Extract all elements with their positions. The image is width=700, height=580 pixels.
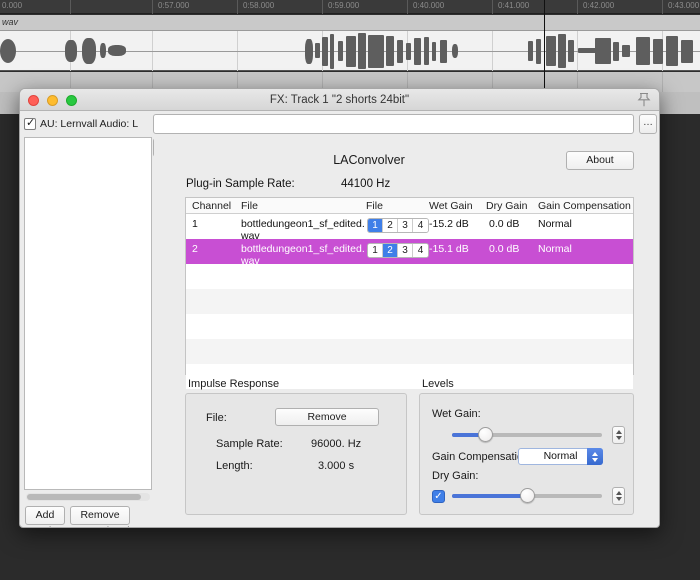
col-header-wetgain: Wet Gain bbox=[429, 200, 473, 212]
levels-group: Wet Gain: Gain Compensation: Normal Dry … bbox=[419, 393, 634, 515]
ir-length-value: 3.000 s bbox=[318, 460, 354, 472]
ruler-label: 0:59.000 bbox=[328, 1, 359, 10]
wet-gain-slider[interactable] bbox=[452, 427, 602, 443]
fx-enable-row[interactable]: AU: Lernvall Audio: L bbox=[24, 115, 152, 133]
segment-2[interactable]: 2 bbox=[383, 244, 398, 257]
gain-compensation-value: Normal bbox=[544, 450, 578, 462]
table-row[interactable]: 1 bottledungeon1_sf_edited.wav 1 2 3 4 -… bbox=[186, 214, 633, 239]
cell-gain-compensation: Normal bbox=[538, 243, 572, 255]
table-row-empty[interactable] bbox=[186, 314, 633, 339]
table-row[interactable]: 2 bottledungeon1_sf_edited.wav 1 2 3 4 -… bbox=[186, 239, 633, 264]
dry-gain-slider[interactable] bbox=[452, 488, 602, 504]
impulse-response-group-label: Impulse Response bbox=[188, 378, 279, 390]
col-header-file2: File bbox=[366, 200, 383, 212]
fx-window[interactable]: FX: Track 1 "2 shorts 24bit" AU: Lernval… bbox=[19, 88, 660, 528]
window-titlebar[interactable]: FX: Track 1 "2 shorts 24bit" bbox=[20, 89, 659, 111]
gain-compensation-select[interactable]: Normal bbox=[518, 448, 603, 465]
cell-gain-compensation: Normal bbox=[538, 218, 572, 230]
col-header-channel: Channel bbox=[192, 200, 231, 212]
play-cursor bbox=[544, 0, 545, 92]
track-waveform-lane[interactable] bbox=[0, 31, 700, 71]
segment-3[interactable]: 3 bbox=[398, 244, 413, 257]
ir-remove-button[interactable]: Remove bbox=[275, 408, 379, 426]
scrollbar-thumb[interactable] bbox=[27, 494, 141, 500]
chevron-updown-icon[interactable] bbox=[587, 448, 603, 465]
cpu-status-bar: 0.2%/0.2% CPU 0/0 spls bbox=[25, 526, 135, 528]
fx-chain-list[interactable] bbox=[24, 137, 152, 490]
col-header-drygain: Dry Gain bbox=[486, 200, 527, 212]
about-button[interactable]: About bbox=[566, 151, 634, 170]
dry-gain-checkbox[interactable]: ✓ bbox=[432, 490, 445, 503]
ir-samplerate-label: Sample Rate: bbox=[216, 438, 283, 450]
wet-gain-label: Wet Gain: bbox=[432, 408, 481, 420]
col-header-gaincomp: Gain Compensation bbox=[538, 200, 631, 212]
ir-slot-segmented-control[interactable]: 1 2 3 4 bbox=[367, 243, 429, 258]
ruler-label: 0:42.000 bbox=[583, 1, 614, 10]
segment-2[interactable]: 2 bbox=[383, 219, 398, 232]
fx-options-button[interactable]: … bbox=[639, 114, 657, 134]
plugin-title: LAConvolver bbox=[154, 153, 584, 167]
cell-channel: 1 bbox=[192, 218, 198, 230]
table-header-row: Channel File File Wet Gain Dry Gain Gain… bbox=[186, 198, 633, 214]
cell-channel: 2 bbox=[192, 243, 198, 255]
ir-length-label: Length: bbox=[216, 460, 253, 472]
ruler-label: 0:57.000 bbox=[158, 1, 189, 10]
levels-group-label: Levels bbox=[422, 378, 454, 390]
cell-dry-gain: 0.0 dB bbox=[489, 218, 519, 230]
plugin-samplerate-label: Plug-in Sample Rate: bbox=[186, 178, 295, 190]
ruler-label: 0:43.000 bbox=[668, 1, 699, 10]
ir-slot-segmented-control[interactable]: 1 2 3 4 bbox=[367, 218, 429, 233]
ir-file-label: File: bbox=[206, 412, 227, 424]
ruler-label: 0.000 bbox=[2, 1, 22, 10]
fx-list-hscrollbar[interactable] bbox=[26, 493, 150, 501]
cell-dry-gain: 0.0 dB bbox=[489, 243, 519, 255]
segment-3[interactable]: 3 bbox=[398, 219, 413, 232]
window-title: FX: Track 1 "2 shorts 24bit" bbox=[20, 89, 659, 111]
impulse-response-group: File: Remove Sample Rate: 96000. Hz Leng… bbox=[185, 393, 407, 515]
segment-4[interactable]: 4 bbox=[413, 219, 428, 232]
fx-name-input[interactable] bbox=[153, 114, 634, 134]
remove-fx-button[interactable]: Remove bbox=[70, 506, 130, 525]
segment-1[interactable]: 1 bbox=[368, 219, 383, 232]
wet-gain-stepper[interactable] bbox=[612, 426, 625, 444]
dry-gain-label: Dry Gain: bbox=[432, 470, 478, 482]
cell-wet-gain: -15.1 dB bbox=[429, 243, 469, 255]
fx-enable-checkbox[interactable] bbox=[24, 118, 36, 130]
table-row-empty[interactable] bbox=[186, 264, 633, 289]
fx-plugin-label: AU: Lernvall Audio: L bbox=[40, 118, 138, 130]
segment-4[interactable]: 4 bbox=[413, 244, 428, 257]
ruler-label: 0:58.000 bbox=[243, 1, 274, 10]
plugin-samplerate-value: 44100 Hz bbox=[341, 178, 390, 190]
col-header-file: File bbox=[241, 200, 258, 212]
plugin-panel: LAConvolver About Plug-in Sample Rate: 4… bbox=[154, 137, 659, 528]
channel-table[interactable]: Channel File File Wet Gain Dry Gain Gain… bbox=[185, 197, 634, 375]
ruler-label: 0:41.000 bbox=[498, 1, 529, 10]
add-fx-button[interactable]: Add bbox=[25, 506, 65, 525]
cell-wet-gain: -15.2 dB bbox=[429, 218, 469, 230]
ir-samplerate-value: 96000. Hz bbox=[311, 438, 361, 450]
fx-toolbar-row[interactable]: AU: Lernvall Audio: L … bbox=[20, 111, 659, 137]
track-header[interactable]: wav bbox=[0, 15, 700, 31]
pin-icon[interactable] bbox=[637, 92, 651, 108]
timeline-ruler[interactable]: 0.000 0:57.000 0:58.000 0:59.000 0:40.00… bbox=[0, 0, 700, 14]
track-name-label: wav bbox=[2, 17, 18, 27]
ruler-label: 0:40.000 bbox=[413, 1, 444, 10]
segment-1[interactable]: 1 bbox=[368, 244, 383, 257]
table-row-empty[interactable] bbox=[186, 289, 633, 314]
table-row-empty[interactable] bbox=[186, 339, 633, 364]
dry-gain-stepper[interactable] bbox=[612, 487, 625, 505]
